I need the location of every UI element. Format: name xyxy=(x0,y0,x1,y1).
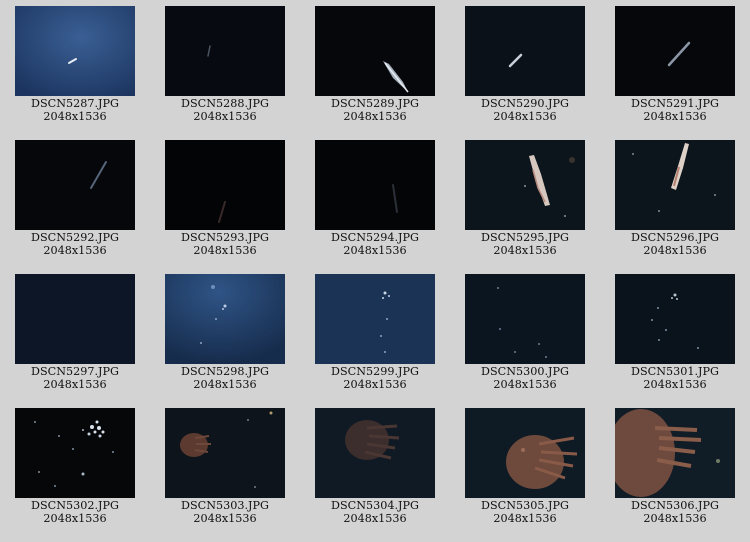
thumbnail-tile[interactable]: DSCN5302.JPG 2048x1536 xyxy=(15,408,135,542)
file-name: DSCN5294.JPG xyxy=(331,231,419,244)
file-dimensions: 2048x1536 xyxy=(193,110,257,123)
thumbnail-tile[interactable]: DSCN5291.JPG 2048x1536 xyxy=(615,6,735,140)
file-name: DSCN5304.JPG xyxy=(331,499,419,512)
thumbnail-tile[interactable]: DSCN5292.JPG 2048x1536 xyxy=(15,140,135,274)
thumbnail-tile[interactable]: DSCN5290.JPG 2048x1536 xyxy=(465,6,585,140)
thumbnail-tile[interactable]: DSCN5295.JPG 2048x1536 xyxy=(465,140,585,274)
photo-thumbnail[interactable] xyxy=(465,140,585,230)
photo-thumbnail[interactable] xyxy=(465,6,585,96)
photo-thumbnail[interactable] xyxy=(465,274,585,364)
thumbnail-grid: DSCN5287.JPG 2048x1536 DSCN5288.JPG 2048… xyxy=(15,6,750,542)
thumbnail-tile[interactable]: DSCN5305.JPG 2048x1536 xyxy=(465,408,585,542)
thumbnail-tile[interactable]: DSCN5296.JPG 2048x1536 xyxy=(615,140,735,274)
file-dimensions: 2048x1536 xyxy=(643,110,707,123)
file-name: DSCN5292.JPG xyxy=(31,231,119,244)
photo-thumbnail[interactable] xyxy=(615,274,735,364)
file-dimensions: 2048x1536 xyxy=(193,378,257,391)
thumbnail-tile[interactable]: DSCN5297.JPG 2048x1536 xyxy=(15,274,135,408)
file-dimensions: 2048x1536 xyxy=(643,512,707,525)
thumbnail-tile[interactable]: DSCN5304.JPG 2048x1536 xyxy=(315,408,435,542)
file-name: DSCN5289.JPG xyxy=(331,97,419,110)
file-name: DSCN5288.JPG xyxy=(181,97,269,110)
thumbnail-tile[interactable]: DSCN5303.JPG 2048x1536 xyxy=(165,408,285,542)
photo-thumbnail[interactable] xyxy=(615,408,735,498)
photo-thumbnail[interactable] xyxy=(315,6,435,96)
file-dimensions: 2048x1536 xyxy=(493,244,557,257)
file-name: DSCN5302.JPG xyxy=(31,499,119,512)
thumbnail-tile[interactable]: DSCN5301.JPG 2048x1536 xyxy=(615,274,735,408)
file-name: DSCN5293.JPG xyxy=(181,231,269,244)
thumbnail-tile[interactable]: DSCN5287.JPG 2048x1536 xyxy=(15,6,135,140)
file-dimensions: 2048x1536 xyxy=(43,378,107,391)
file-dimensions: 2048x1536 xyxy=(493,378,557,391)
thumbnail-tile[interactable]: DSCN5289.JPG 2048x1536 xyxy=(315,6,435,140)
thumbnail-tile[interactable]: DSCN5288.JPG 2048x1536 xyxy=(165,6,285,140)
thumbnail-tile[interactable]: DSCN5294.JPG 2048x1536 xyxy=(315,140,435,274)
thumbnail-tile[interactable]: DSCN5306.JPG 2048x1536 xyxy=(615,408,735,542)
photo-thumbnail[interactable] xyxy=(615,140,735,230)
file-name: DSCN5296.JPG xyxy=(631,231,719,244)
file-name: DSCN5301.JPG xyxy=(631,365,719,378)
file-name: DSCN5291.JPG xyxy=(631,97,719,110)
photo-thumbnail[interactable] xyxy=(15,6,135,96)
photo-thumbnail[interactable] xyxy=(165,408,285,498)
file-name: DSCN5299.JPG xyxy=(331,365,419,378)
thumbnail-tile[interactable]: DSCN5293.JPG 2048x1536 xyxy=(165,140,285,274)
file-dimensions: 2048x1536 xyxy=(193,244,257,257)
file-dimensions: 2048x1536 xyxy=(343,244,407,257)
photo-thumbnail[interactable] xyxy=(165,274,285,364)
photo-thumbnail[interactable] xyxy=(315,274,435,364)
photo-thumbnail[interactable] xyxy=(15,408,135,498)
file-name: DSCN5303.JPG xyxy=(181,499,269,512)
file-dimensions: 2048x1536 xyxy=(643,244,707,257)
file-dimensions: 2048x1536 xyxy=(43,110,107,123)
file-dimensions: 2048x1536 xyxy=(43,512,107,525)
file-dimensions: 2048x1536 xyxy=(493,110,557,123)
file-name: DSCN5287.JPG xyxy=(31,97,119,110)
photo-thumbnail[interactable] xyxy=(315,408,435,498)
file-dimensions: 2048x1536 xyxy=(643,378,707,391)
thumbnail-tile[interactable]: DSCN5300.JPG 2048x1536 xyxy=(465,274,585,408)
photo-thumbnail[interactable] xyxy=(165,6,285,96)
photo-thumbnail[interactable] xyxy=(15,140,135,230)
file-dimensions: 2048x1536 xyxy=(43,244,107,257)
file-name: DSCN5290.JPG xyxy=(481,97,569,110)
file-dimensions: 2048x1536 xyxy=(493,512,557,525)
file-dimensions: 2048x1536 xyxy=(343,110,407,123)
file-name: DSCN5305.JPG xyxy=(481,499,569,512)
file-name: DSCN5298.JPG xyxy=(181,365,269,378)
file-name: DSCN5306.JPG xyxy=(631,499,719,512)
photo-thumbnail[interactable] xyxy=(615,6,735,96)
thumbnail-tile[interactable]: DSCN5299.JPG 2048x1536 xyxy=(315,274,435,408)
thumbnail-tile[interactable]: DSCN5298.JPG 2048x1536 xyxy=(165,274,285,408)
photo-thumbnail[interactable] xyxy=(15,274,135,364)
file-dimensions: 2048x1536 xyxy=(193,512,257,525)
file-name: DSCN5297.JPG xyxy=(31,365,119,378)
file-name: DSCN5300.JPG xyxy=(481,365,569,378)
photo-thumbnail[interactable] xyxy=(315,140,435,230)
file-dimensions: 2048x1536 xyxy=(343,512,407,525)
file-name: DSCN5295.JPG xyxy=(481,231,569,244)
file-dimensions: 2048x1536 xyxy=(343,378,407,391)
photo-thumbnail[interactable] xyxy=(165,140,285,230)
photo-thumbnail[interactable] xyxy=(465,408,585,498)
